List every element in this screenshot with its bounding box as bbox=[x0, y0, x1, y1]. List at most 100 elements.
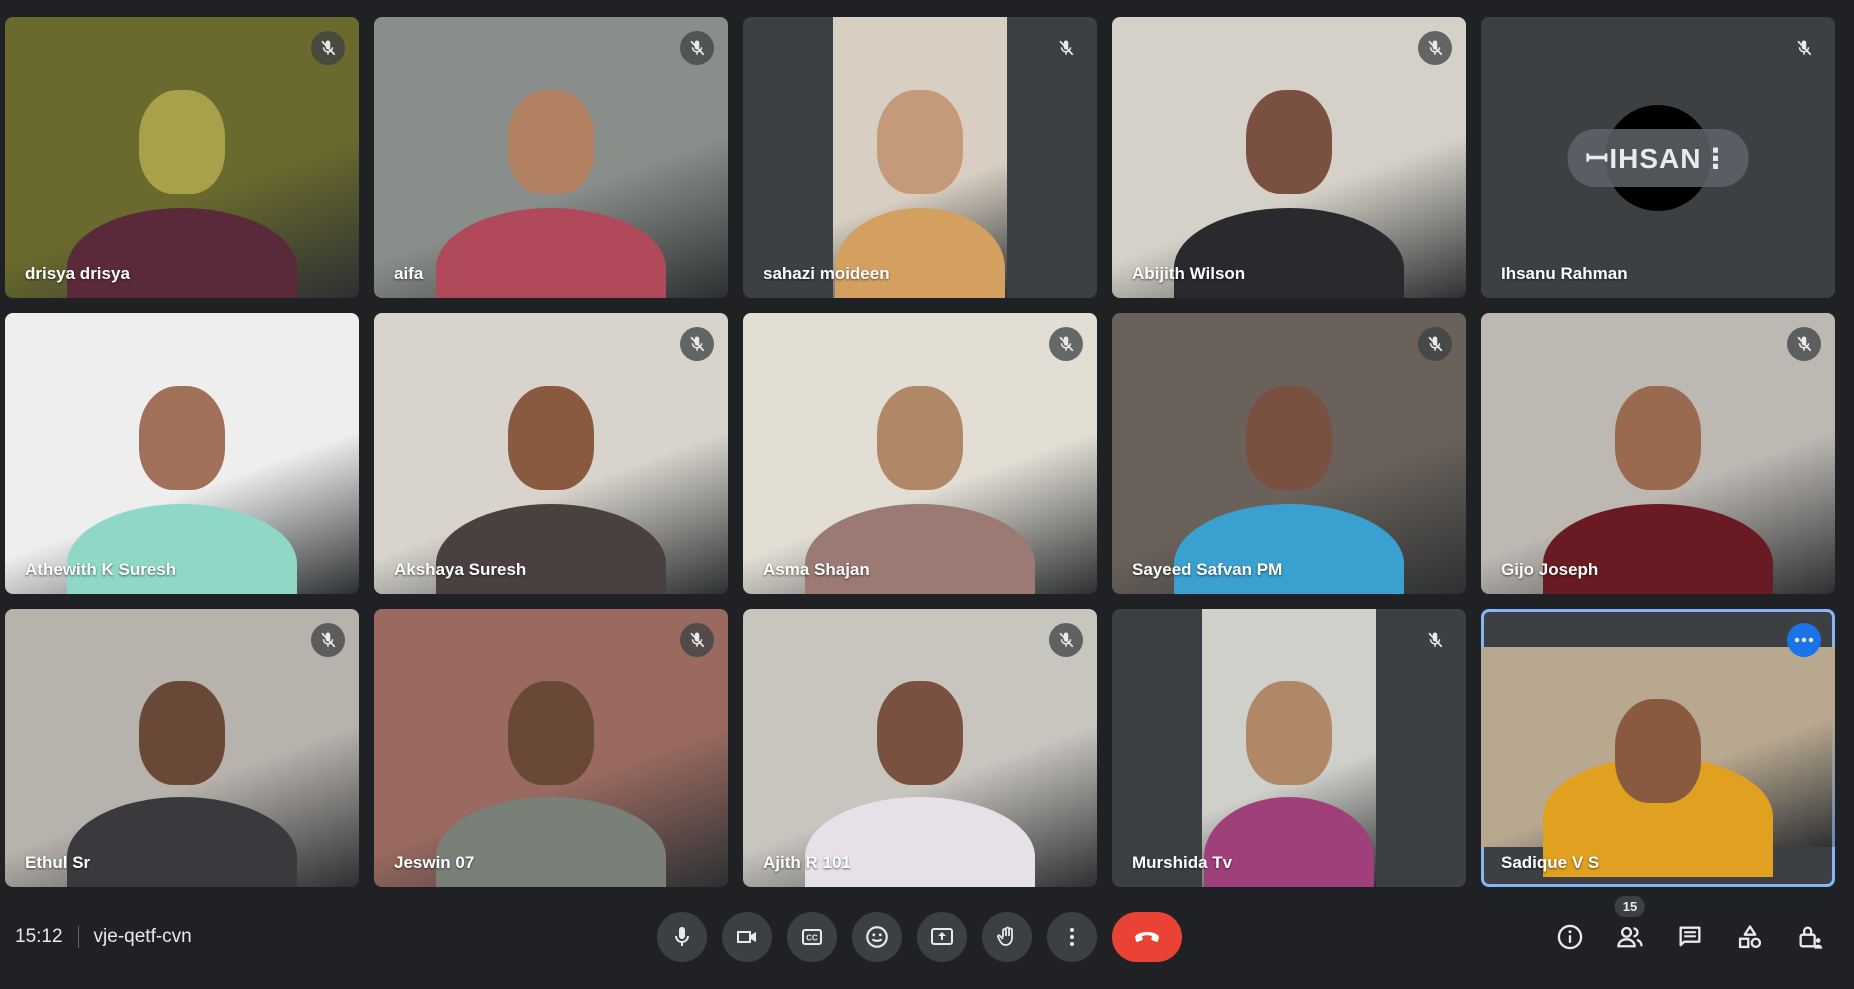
people-button[interactable]: 15 bbox=[1606, 896, 1654, 962]
participant-video bbox=[743, 609, 1097, 887]
participant-face bbox=[1615, 386, 1701, 491]
mic-off-icon bbox=[321, 40, 336, 56]
muted-indicator bbox=[1787, 327, 1821, 361]
participant-name: drisya drisya bbox=[25, 264, 130, 283]
present-screen-button[interactable] bbox=[917, 912, 967, 962]
end-call-button[interactable] bbox=[1112, 912, 1182, 962]
participant-video bbox=[1481, 647, 1835, 877]
svg-text:CC: CC bbox=[806, 934, 818, 943]
mic-off-icon bbox=[1059, 336, 1074, 352]
participant-video bbox=[1202, 609, 1376, 887]
mic-off-icon bbox=[690, 632, 705, 648]
host-controls-button[interactable] bbox=[1786, 912, 1834, 962]
mic-off-icon bbox=[690, 336, 705, 352]
participant-video bbox=[1112, 17, 1466, 298]
participant-name: Athewith K Suresh bbox=[25, 560, 177, 579]
activities-button[interactable] bbox=[1726, 912, 1774, 962]
participant-tile[interactable]: Gijo Joseph bbox=[1481, 313, 1835, 594]
participant-body bbox=[805, 504, 1035, 594]
mic-off-icon bbox=[1797, 40, 1812, 56]
mic-off-icon bbox=[1428, 40, 1443, 56]
mic-off-icon bbox=[1059, 632, 1074, 648]
meeting-details-button[interactable] bbox=[1546, 912, 1594, 962]
meeting-info: 15:12 vje-qetf-cvn bbox=[15, 926, 192, 948]
participant-tile[interactable]: ꟷIHSAN⋮ Ihsanu Rahman bbox=[1481, 17, 1835, 298]
tile-options-button[interactable] bbox=[1787, 623, 1821, 657]
meeting-code[interactable]: vje-qetf-cvn bbox=[94, 926, 192, 948]
muted-indicator bbox=[1049, 327, 1083, 361]
participant-tile[interactable]: aifa bbox=[374, 17, 728, 298]
participant-tile[interactable]: Sayeed Safvan PM bbox=[1112, 313, 1466, 594]
camera-button[interactable] bbox=[722, 912, 772, 962]
participant-name: Sayeed Safvan PM bbox=[1132, 560, 1283, 579]
present-screen-icon bbox=[931, 928, 953, 945]
activities-icon bbox=[1738, 925, 1762, 949]
participant-body bbox=[1204, 797, 1374, 887]
participant-video bbox=[5, 17, 359, 298]
participant-tile[interactable]: Murshida Tv bbox=[1112, 609, 1466, 887]
divider bbox=[77, 926, 79, 948]
participant-video bbox=[743, 313, 1097, 594]
participant-tile[interactable]: Asma Shajan bbox=[743, 313, 1097, 594]
participant-body bbox=[67, 208, 297, 298]
participant-tile[interactable]: Abijith Wilson bbox=[1112, 17, 1466, 298]
participant-tile[interactable]: Jeswin 07 bbox=[374, 609, 728, 887]
participant-name: Jeswin 07 bbox=[394, 853, 475, 872]
participant-video bbox=[5, 313, 359, 594]
muted-indicator bbox=[680, 327, 714, 361]
participant-tile[interactable]: Akshaya Suresh bbox=[374, 313, 728, 594]
bottom-toolbar: 15:12 vje-qetf-cvn CC 15 bbox=[0, 890, 1854, 989]
participant-face bbox=[1246, 681, 1332, 786]
participant-body bbox=[436, 797, 666, 887]
participant-face bbox=[139, 386, 225, 491]
microphone-button[interactable] bbox=[657, 912, 707, 962]
muted-indicator bbox=[680, 623, 714, 657]
participant-tile[interactable]: Ethul Sr bbox=[5, 609, 359, 887]
participant-body bbox=[805, 797, 1035, 887]
participant-video bbox=[833, 17, 1007, 298]
raise-hand-button[interactable] bbox=[982, 912, 1032, 962]
call-controls: CC bbox=[657, 912, 1182, 962]
participant-name: Ihsanu Rahman bbox=[1501, 264, 1628, 283]
participant-video bbox=[5, 609, 359, 887]
participant-name: Asma Shajan bbox=[763, 560, 870, 579]
camera-icon bbox=[737, 931, 756, 943]
mic-off-icon bbox=[1059, 40, 1074, 56]
meeting-time: 15:12 bbox=[15, 926, 63, 947]
participant-tile[interactable]: Athewith K Suresh bbox=[5, 313, 359, 594]
muted-indicator bbox=[1049, 623, 1083, 657]
participant-video bbox=[374, 609, 728, 887]
muted-indicator bbox=[680, 31, 714, 65]
participant-name: Akshaya Suresh bbox=[394, 560, 527, 579]
microphone-icon bbox=[675, 927, 689, 946]
muted-indicator bbox=[1787, 31, 1821, 65]
mic-off-icon bbox=[690, 40, 705, 56]
participant-video bbox=[374, 313, 728, 594]
muted-indicator bbox=[1049, 31, 1083, 65]
people-icon bbox=[1617, 926, 1643, 948]
participant-name: sahazi moideen bbox=[763, 264, 890, 283]
more-horizontal-icon bbox=[1794, 637, 1814, 643]
people-count-badge: 15 bbox=[1614, 896, 1646, 917]
emoji-button[interactable] bbox=[852, 912, 902, 962]
more-options-button[interactable] bbox=[1047, 912, 1097, 962]
participant-face bbox=[139, 681, 225, 786]
participant-grid: drisya drisya aifa sahazi moideen Abijith W… bbox=[5, 17, 1835, 887]
participant-video bbox=[1481, 313, 1835, 594]
chat-button[interactable] bbox=[1666, 912, 1714, 962]
participant-name: Gijo Joseph bbox=[1501, 560, 1599, 579]
participant-tile[interactable]: Sadique V S bbox=[1481, 609, 1835, 887]
captions-button[interactable]: CC bbox=[787, 912, 837, 962]
participant-name: aifa bbox=[394, 264, 424, 283]
participant-tile[interactable]: drisya drisya bbox=[5, 17, 359, 298]
participant-tile[interactable]: Ajith R 101 bbox=[743, 609, 1097, 887]
participant-face bbox=[1246, 386, 1332, 491]
participant-tile[interactable]: sahazi moideen bbox=[743, 17, 1097, 298]
side-panel-buttons: 15 bbox=[1546, 896, 1834, 962]
participant-name: Ajith R 101 bbox=[763, 853, 851, 872]
participant-video bbox=[1112, 313, 1466, 594]
mic-off-icon bbox=[1797, 336, 1812, 352]
participant-body bbox=[436, 504, 666, 594]
participant-face bbox=[508, 681, 594, 786]
participant-name: Abijith Wilson bbox=[1132, 264, 1246, 283]
